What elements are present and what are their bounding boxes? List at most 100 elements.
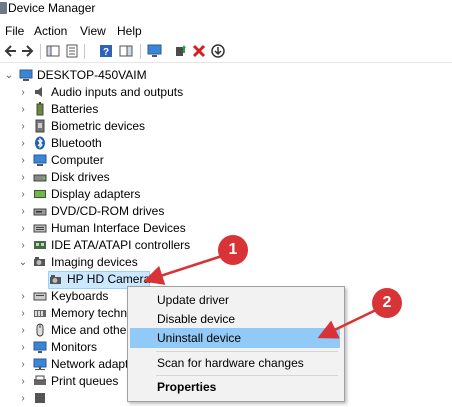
bluetooth-icon (35, 136, 45, 150)
tree-item-label: Imaging devices (51, 255, 138, 269)
device-manager-icon (0, 2, 7, 14)
collapse-chevron-icon[interactable]: ⌄ (18, 256, 28, 268)
tree-item-biometric[interactable]: › Biometric devices (0, 118, 452, 135)
tree-item-display-adapters[interactable]: › Display adapters (0, 186, 452, 203)
menu-separator (156, 351, 338, 352)
tree-item-label: IDE ATA/ATAPI controllers (51, 238, 191, 252)
forward-icon[interactable] (20, 43, 36, 59)
menu-separator (156, 375, 338, 376)
monitor-icon[interactable] (146, 43, 162, 59)
display-adapter-icon (34, 190, 46, 198)
expand-chevron-icon[interactable]: › (18, 239, 28, 251)
mouse-icon (36, 323, 44, 337)
expand-chevron-icon[interactable]: › (18, 171, 28, 183)
expand-chevron-icon[interactable]: › (18, 341, 28, 353)
title-bar: Device Manager (0, 0, 452, 18)
menu-item-label: Uninstall device (157, 331, 242, 345)
tree-item-disk-drives[interactable]: › Disk drives (0, 169, 452, 186)
tree-item-hid[interactable]: › Human Interface Devices (0, 220, 452, 237)
tree-item-label: Monitors (51, 340, 98, 354)
menu-scan-hardware[interactable]: Scan for hardware changes (130, 353, 340, 373)
menu-disable-device[interactable]: Disable device (130, 309, 340, 329)
svg-text:?: ? (103, 47, 109, 58)
collapse-chevron-icon[interactable]: ⌄ (4, 69, 14, 81)
tree-item-label: Keyboards (51, 289, 109, 303)
expand-chevron-icon[interactable]: › (18, 103, 28, 115)
dvd-drive-icon (33, 208, 47, 216)
menu-action[interactable]: Action (34, 24, 67, 38)
annotation-badge-1: 1 (218, 235, 248, 265)
tree-item-label: Audio inputs and outputs (51, 85, 184, 99)
camera-icon (34, 257, 45, 266)
tree-item-label: Batteries (51, 102, 99, 116)
toolbar-separator (40, 44, 41, 59)
tree-item-bluetooth[interactable]: › Bluetooth (0, 135, 452, 152)
speaker-icon (35, 87, 42, 97)
tree-item-label: Bluetooth (51, 136, 102, 150)
annotation-badge-2: 2 (372, 288, 402, 318)
tree-root-label: DESKTOP-450VAIM (37, 68, 147, 82)
processor-icon (35, 393, 45, 403)
biometric-icon (35, 119, 45, 133)
scan-download-icon[interactable] (210, 43, 226, 59)
expand-chevron-icon[interactable]: › (18, 324, 28, 336)
tree-item-computer[interactable]: › Computer (0, 152, 452, 169)
computer-icon (33, 154, 47, 166)
window-title: Device Manager (8, 1, 96, 15)
expand-chevron-icon[interactable]: › (18, 290, 28, 302)
expand-chevron-icon[interactable]: › (18, 307, 28, 319)
menu-uninstall-device[interactable]: Uninstall device (130, 328, 340, 348)
expand-chevron-icon[interactable]: › (18, 358, 28, 370)
expand-chevron-icon[interactable]: › (18, 392, 28, 404)
menu-properties[interactable]: Properties (130, 377, 340, 397)
printer-icon (34, 375, 46, 385)
properties-icon[interactable] (64, 43, 80, 59)
tree-item-label: HP HD Camera (67, 272, 151, 286)
tree-item-label: Network adapt (51, 357, 129, 371)
tree-item-label: DVD/CD-ROM drives (51, 204, 165, 218)
context-menu: Update driver Disable device Uninstall d… (127, 286, 345, 402)
network-adapter-icon (33, 358, 47, 370)
menu-file[interactable]: File (5, 24, 24, 38)
action-pane-icon[interactable] (118, 43, 134, 59)
computer-icon (19, 69, 33, 81)
menu-help[interactable]: Help (117, 24, 142, 38)
disk-drive-icon (33, 174, 47, 182)
expand-chevron-icon[interactable]: › (18, 86, 28, 98)
uninstall-icon[interactable] (191, 43, 207, 59)
back-icon[interactable] (2, 43, 18, 59)
tree-root[interactable]: ⌄ DESKTOP-450VAIM (0, 67, 452, 84)
monitor-icon (33, 341, 47, 353)
menu-bar: File Action View Help (0, 22, 452, 40)
expand-chevron-icon[interactable]: › (18, 120, 28, 132)
menu-update-driver[interactable]: Update driver (130, 290, 340, 310)
toolbar-separator (84, 44, 85, 59)
tree-item-label: Display adapters (51, 187, 141, 201)
expand-chevron-icon[interactable]: › (18, 375, 28, 387)
menu-item-label: Properties (157, 380, 217, 394)
hid-icon (33, 224, 47, 233)
toolbar-separator (140, 44, 141, 59)
expand-chevron-icon[interactable]: › (18, 188, 28, 200)
tree-item-label: Memory techno (51, 306, 134, 320)
menu-item-label: Update driver (157, 293, 230, 307)
tree-item-dvd[interactable]: › DVD/CD-ROM drives (0, 203, 452, 220)
update-driver-icon[interactable] (172, 43, 188, 59)
expand-chevron-icon[interactable]: › (18, 154, 28, 166)
expand-chevron-icon[interactable]: › (18, 137, 28, 149)
menu-item-label: Disable device (157, 312, 236, 326)
menu-view[interactable]: View (80, 24, 106, 38)
toolbar: ? (0, 40, 452, 63)
show-hide-console-tree-icon[interactable] (45, 43, 61, 59)
keyboard-icon (33, 292, 47, 301)
menu-item-label: Scan for hardware changes (157, 356, 304, 370)
tree-item-label: Mice and other (51, 323, 131, 337)
expand-chevron-icon[interactable]: › (18, 205, 28, 217)
tree-item-label: Human Interface Devices (51, 221, 186, 235)
tree-item-batteries[interactable]: › Batteries (0, 101, 452, 118)
expand-chevron-icon[interactable]: › (18, 222, 28, 234)
camera-icon (50, 275, 61, 284)
tree-item-label: Computer (51, 153, 104, 167)
tree-item-audio[interactable]: › Audio inputs and outputs (0, 84, 452, 101)
help-icon[interactable]: ? (98, 43, 114, 59)
